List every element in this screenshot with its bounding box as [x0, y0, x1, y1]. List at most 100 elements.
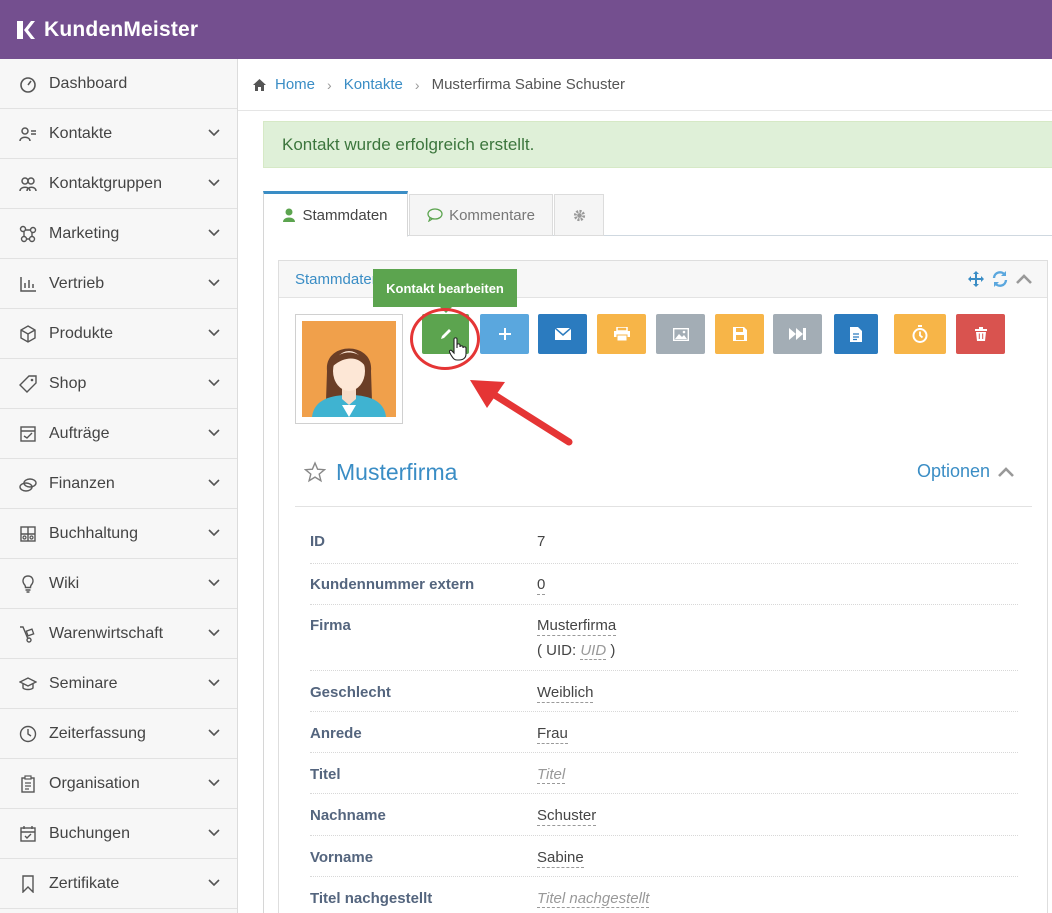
- field-value: Titel nachgestellt: [537, 890, 650, 908]
- chevron-down-icon: [208, 579, 220, 587]
- contact-photo[interactable]: [295, 314, 403, 424]
- sidebar-item-label: Organisation: [49, 774, 140, 792]
- highlight-circle: [410, 308, 480, 370]
- sidebar-item-warenwirtschaft[interactable]: Warenwirtschaft: [0, 609, 237, 659]
- chevron-down-icon: [208, 479, 220, 487]
- field-row-geschlecht: Geschlecht Weiblich: [310, 671, 1018, 712]
- sidebar-item-label: Buchungen: [49, 824, 130, 842]
- chevron-down-icon: [208, 729, 220, 737]
- comment-icon: [427, 208, 443, 222]
- field-id-value: 7: [537, 533, 546, 550]
- field-titel-value[interactable]: Titel: [537, 766, 566, 784]
- sidebar-item-kontaktgruppen[interactable]: Kontaktgruppen: [0, 159, 237, 209]
- field-kundennummer-value[interactable]: 0: [537, 576, 546, 595]
- image-icon: [672, 327, 689, 341]
- field-anrede-value[interactable]: Frau: [537, 725, 568, 744]
- star-icon[interactable]: [304, 461, 326, 483]
- field-label: Nachname: [310, 807, 386, 824]
- sidebar-item-buchungen[interactable]: Buchungen: [0, 809, 237, 859]
- field-row-firma: Firma Musterfirma ( UID: UID ): [310, 605, 1018, 671]
- avatar: [302, 321, 396, 417]
- panel-title: Stammdaten: [295, 271, 381, 288]
- sidebar-item-wiki[interactable]: Wiki: [0, 559, 237, 609]
- sidebar-item-organisation[interactable]: Organisation: [0, 759, 237, 809]
- sidebar-item-label: Zeiterfassung: [49, 724, 146, 742]
- sidebar-item-zeiterfassung[interactable]: Zeiterfassung: [0, 709, 237, 759]
- marketing-icon: [18, 224, 38, 244]
- home-icon: [253, 78, 266, 91]
- sidebar-item-label: Vertrieb: [49, 274, 105, 292]
- sidebar-item-auftraege[interactable]: Aufträge: [0, 409, 237, 459]
- tab-settings[interactable]: [554, 194, 604, 236]
- chevron-down-icon: [208, 829, 220, 837]
- email-button[interactable]: [538, 314, 587, 354]
- sidebar-item-vertrieb[interactable]: Vertrieb: [0, 259, 237, 309]
- orders-icon: [18, 424, 38, 444]
- graduation-cap-icon: [18, 674, 38, 694]
- uid-suffix: ): [606, 642, 616, 659]
- field-nachname-value[interactable]: Schuster: [537, 807, 597, 826]
- chevron-up-icon: [998, 466, 1014, 477]
- edit-tooltip: Kontakt bearbeiten: [373, 269, 517, 307]
- sidebar-item-marketing[interactable]: Marketing: [0, 209, 237, 259]
- breadcrumb-separator: ›: [327, 76, 332, 93]
- options-toggle[interactable]: Optionen: [917, 461, 1014, 482]
- chevron-down-icon: [208, 279, 220, 287]
- sidebar-item-shop[interactable]: Shop: [0, 359, 237, 409]
- field-titel-nachgestellt-value[interactable]: Titel nachgestellt: [537, 890, 650, 908]
- clipboard-icon: [18, 774, 38, 794]
- field-label: ID: [310, 533, 325, 550]
- calendar-icon: [18, 824, 38, 844]
- refresh-icon[interactable]: [991, 270, 1009, 288]
- sidebar-item-seminare[interactable]: Seminare: [0, 659, 237, 709]
- sidebar-item-finanzen[interactable]: Finanzen: [0, 459, 237, 509]
- sidebar-item-label: Aufträge: [49, 424, 110, 442]
- breadcrumb-contacts-link[interactable]: Kontakte: [344, 76, 403, 93]
- field-uid-value[interactable]: UID: [580, 642, 607, 660]
- field-geschlecht-value[interactable]: Weiblich: [537, 684, 594, 703]
- logo-icon: [14, 19, 36, 41]
- tab-stammdaten[interactable]: Stammdaten: [263, 191, 408, 237]
- delete-button[interactable]: [956, 314, 1005, 354]
- chevron-down-icon: [208, 179, 220, 187]
- chevron-up-icon[interactable]: [1015, 270, 1033, 288]
- sidebar: Dashboard Kontakte Kontaktgruppen Market…: [0, 59, 238, 913]
- trash-icon: [974, 327, 987, 341]
- company-name: Musterfirma: [336, 459, 458, 485]
- options-label: Optionen: [917, 461, 991, 481]
- chevron-down-icon: [208, 379, 220, 387]
- sidebar-item-produkte[interactable]: Produkte: [0, 309, 237, 359]
- image-button[interactable]: [656, 314, 705, 354]
- breadcrumb-current: Musterfirma Sabine Schuster: [431, 76, 625, 93]
- sidebar-item-label: Produkte: [49, 324, 114, 342]
- field-firma-value[interactable]: Musterfirma: [537, 617, 617, 636]
- tab-bar: Stammdaten Kommentare: [263, 191, 1052, 237]
- chevron-down-icon: [208, 679, 220, 687]
- move-icon[interactable]: [967, 270, 985, 288]
- sidebar-item-dashboard[interactable]: Dashboard: [0, 59, 237, 109]
- sidebar-item-label: Buchhaltung: [49, 524, 138, 542]
- app-name[interactable]: KundenMeister: [44, 18, 198, 42]
- field-vorname-value[interactable]: Sabine: [537, 849, 584, 868]
- divider: [295, 506, 1032, 507]
- field-row-vorname: Vorname Sabine: [310, 836, 1018, 877]
- add-button[interactable]: [480, 314, 529, 354]
- save-button[interactable]: [715, 314, 764, 354]
- breadcrumb-home-link[interactable]: Home: [275, 76, 315, 93]
- next-button[interactable]: [773, 314, 822, 354]
- coins-icon: [18, 474, 38, 494]
- sidebar-item-kontakte[interactable]: Kontakte: [0, 109, 237, 159]
- stopwatch-button[interactable]: [894, 314, 946, 354]
- document-button[interactable]: [834, 314, 878, 354]
- success-alert: Kontakt wurde erfolgreich erstellt.: [263, 121, 1052, 168]
- annotation-arrow: [470, 380, 573, 446]
- tab-kommentare[interactable]: Kommentare: [409, 194, 553, 236]
- print-icon: [613, 327, 630, 341]
- tab-label: Stammdaten: [302, 206, 388, 224]
- sidebar-item-zertifikate[interactable]: Zertifikate: [0, 859, 237, 909]
- contacts-icon: [18, 124, 38, 144]
- top-bar: KundenMeister: [0, 0, 1052, 59]
- print-button[interactable]: [597, 314, 646, 354]
- sidebar-item-buchhaltung[interactable]: Buchhaltung: [0, 509, 237, 559]
- field-label: Geschlecht: [310, 684, 391, 701]
